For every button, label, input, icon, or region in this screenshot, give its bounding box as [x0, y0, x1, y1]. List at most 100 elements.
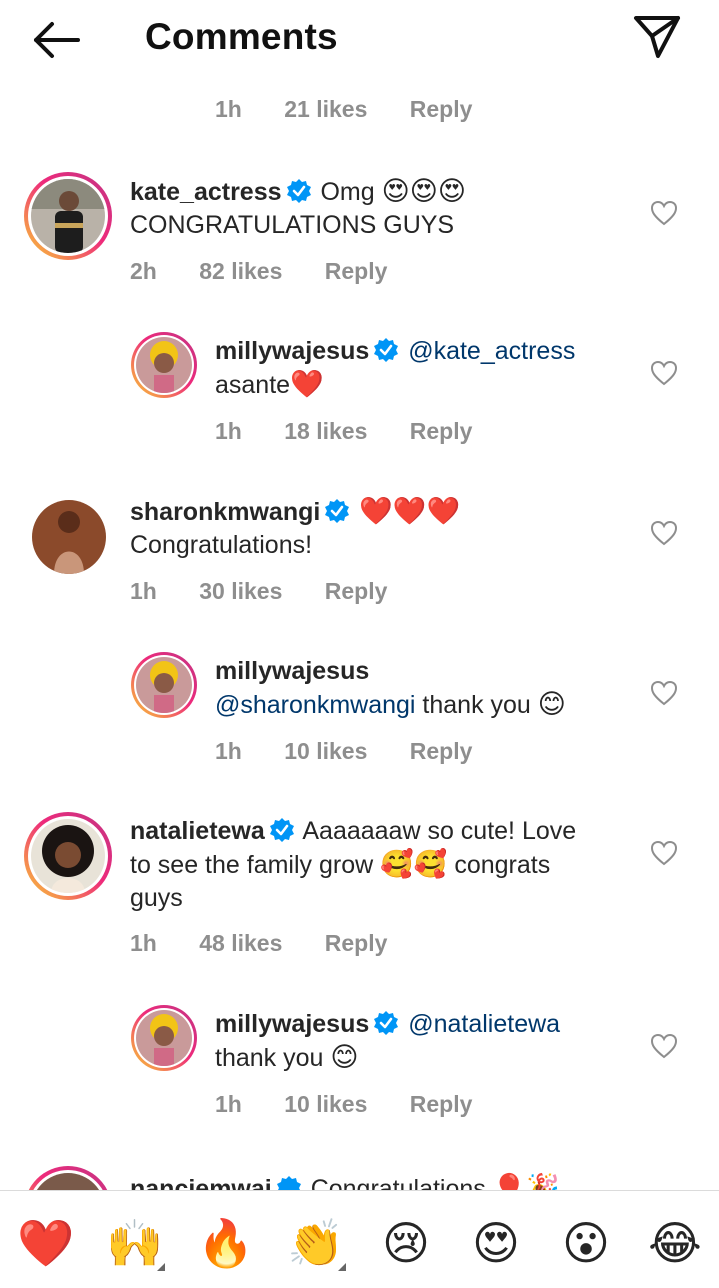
- comment-time: 1h: [215, 418, 242, 444]
- like-heart-icon[interactable]: [650, 840, 678, 866]
- emoji: ❤️❤️❤️: [359, 496, 461, 527]
- comment-text: sharonkmwangi ❤️❤️❤️ Congratulations!: [130, 495, 630, 562]
- comment-username[interactable]: millywajesus: [215, 657, 369, 685]
- comment-meta-row: 1h 10 likes Reply: [215, 738, 508, 765]
- avatar[interactable]: [131, 652, 197, 718]
- comment-text: kate_actress Omg 😍😍😍 CONGRATULATIONS GUY…: [130, 175, 630, 242]
- skin-tone-indicator-icon: [157, 1263, 165, 1271]
- header-bar: Comments: [0, 0, 719, 80]
- verified-badge-icon: [269, 817, 295, 843]
- back-arrow-icon[interactable]: [28, 16, 84, 64]
- reply-button[interactable]: Reply: [325, 930, 388, 956]
- comment-time: 1h: [215, 96, 242, 122]
- emoji-crying-button[interactable]: 😢: [376, 1213, 436, 1273]
- avatar[interactable]: [131, 332, 197, 398]
- comment-body: Congratulations!: [130, 531, 313, 559]
- comment-likes[interactable]: 10 likes: [284, 1091, 367, 1117]
- verified-badge-icon: [324, 498, 350, 524]
- emoji: 🥰🥰: [380, 849, 448, 880]
- reply-button[interactable]: Reply: [325, 258, 388, 284]
- emoji-reaction-bar: ❤️ 🙌 🔥 👏 😢 😍 😮 😂: [0, 1190, 719, 1288]
- send-icon[interactable]: [628, 10, 684, 62]
- comment-time: 1h: [130, 578, 157, 604]
- emoji: 😍😍😍: [381, 176, 467, 207]
- comment-meta-row: 1h 48 likes Reply: [130, 930, 423, 957]
- comment-likes[interactable]: 21 likes: [284, 96, 367, 122]
- comment-meta-row: 1h 10 likes Reply: [215, 1091, 508, 1118]
- verified-badge-icon: [373, 337, 399, 363]
- emoji: 🎈🎉: [492, 1173, 561, 1190]
- mention-link[interactable]: @natalietewa: [408, 1010, 560, 1038]
- comment-likes[interactable]: 10 likes: [284, 738, 367, 764]
- comment-body: thank you: [215, 1044, 324, 1072]
- comment-body: thank you: [422, 691, 531, 719]
- comment-body: CONGRATULATIONS GUYS: [130, 211, 455, 239]
- comment-username[interactable]: millywajesus: [215, 337, 369, 365]
- emoji-fire-button[interactable]: 🔥: [196, 1213, 256, 1273]
- comment-username[interactable]: natalietewa: [130, 817, 265, 845]
- emoji: 😊: [537, 689, 566, 720]
- avatar[interactable]: [24, 812, 112, 900]
- comment-body: congrats: [454, 851, 551, 879]
- comment-body: guys: [130, 884, 183, 912]
- comment-text: nanciemwai Congratulations 🎈🎉: [130, 1172, 630, 1190]
- emoji-heart-button[interactable]: ❤️: [16, 1213, 76, 1273]
- comment-username[interactable]: nanciemwai: [130, 1175, 272, 1190]
- comment-meta-row: 1h 30 likes Reply: [130, 578, 423, 605]
- avatar[interactable]: [24, 172, 112, 260]
- reply-button[interactable]: Reply: [410, 418, 473, 444]
- emoji-clapping-button[interactable]: 👏: [286, 1213, 346, 1273]
- comment-time: 1h: [215, 738, 242, 764]
- comment-username[interactable]: kate_actress: [130, 178, 282, 206]
- comment-body: Aaaaaaaw so cute! Love: [302, 817, 577, 845]
- avatar[interactable]: [131, 1005, 197, 1071]
- comment-likes[interactable]: 18 likes: [284, 418, 367, 444]
- skin-tone-indicator-icon: [338, 1263, 346, 1271]
- reply-button[interactable]: Reply: [410, 1091, 473, 1117]
- comment-body: Omg: [320, 178, 375, 206]
- emoji-surprised-button[interactable]: 😮: [556, 1213, 616, 1273]
- comment-username[interactable]: millywajesus: [215, 1010, 369, 1038]
- comment-likes[interactable]: 48 likes: [199, 930, 282, 956]
- emoji: 😊: [330, 1042, 359, 1073]
- comment-text: millywajesus @natalietewa thank you 😊: [215, 1008, 635, 1075]
- comment-body: Congratulations: [310, 1175, 486, 1190]
- emoji: 🙌: [106, 1216, 164, 1270]
- comment-meta-row: 2h 82 likes Reply: [130, 258, 423, 285]
- comment-body: to see the family grow: [130, 851, 374, 879]
- comment-text: millywajesus @kate_actress asante❤️: [215, 335, 635, 402]
- emoji-laughing-button[interactable]: 😂: [645, 1213, 705, 1273]
- like-heart-icon[interactable]: [650, 200, 678, 226]
- like-heart-icon[interactable]: [650, 1033, 678, 1059]
- page-title: Comments: [145, 16, 338, 57]
- comment-time: 2h: [130, 258, 157, 284]
- like-heart-icon[interactable]: [650, 680, 678, 706]
- emoji-heart-eyes-button[interactable]: 😍: [466, 1213, 526, 1273]
- reply-button[interactable]: Reply: [410, 96, 473, 122]
- comment-meta-row: 1h 18 likes Reply: [215, 418, 508, 445]
- like-heart-icon[interactable]: [650, 520, 678, 546]
- mention-link[interactable]: @sharonkmwangi: [215, 691, 415, 719]
- reply-button[interactable]: Reply: [325, 578, 388, 604]
- comment-text: millywajesus @sharonkmwangi thank you 😊: [215, 655, 635, 722]
- comment-likes[interactable]: 30 likes: [199, 578, 282, 604]
- comment-time: 1h: [215, 1091, 242, 1117]
- reply-meta-row: 1h 21 likes Reply: [215, 96, 508, 123]
- comment-item-partial: nanciemwai Congratulations 🎈🎉: [0, 1164, 719, 1190]
- emoji: 👏: [287, 1216, 345, 1270]
- emoji-raised-hands-button[interactable]: 🙌: [105, 1213, 165, 1273]
- verified-badge-icon: [276, 1175, 302, 1190]
- comment-username[interactable]: sharonkmwangi: [130, 498, 320, 526]
- verified-badge-icon: [286, 178, 312, 204]
- reply-button[interactable]: Reply: [410, 738, 473, 764]
- comment-time: 1h: [130, 930, 157, 956]
- comment-text: natalietewa Aaaaaaaw so cute! Love to se…: [130, 815, 640, 915]
- avatar[interactable]: [32, 500, 106, 574]
- comment-body: asante: [215, 371, 291, 399]
- emoji: ❤️: [290, 369, 324, 400]
- avatar[interactable]: [24, 1166, 112, 1190]
- like-heart-icon[interactable]: [650, 360, 678, 386]
- comment-likes[interactable]: 82 likes: [199, 258, 282, 284]
- verified-badge-icon: [373, 1010, 399, 1036]
- mention-link[interactable]: @kate_actress: [408, 337, 575, 365]
